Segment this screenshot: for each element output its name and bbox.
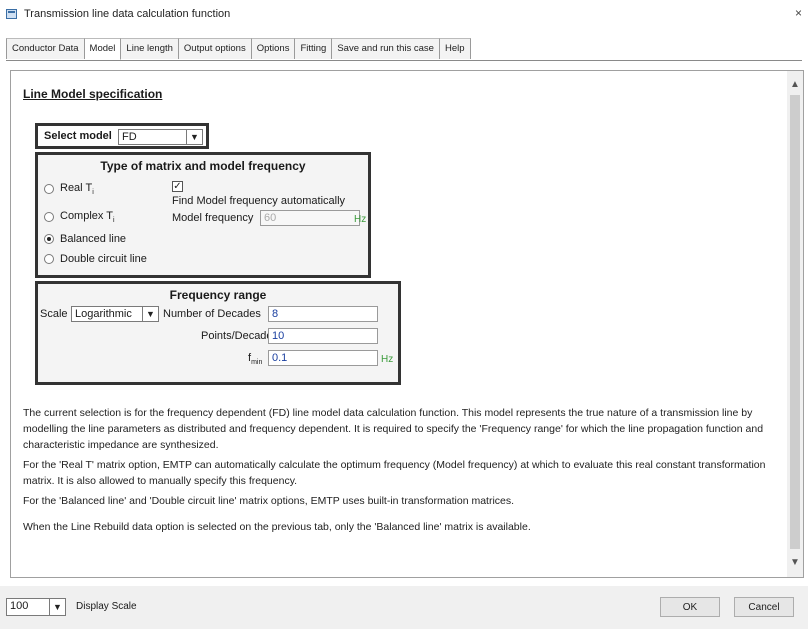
fmin-input[interactable]: 0.1 [268,350,378,366]
model-select-value: FD [122,131,137,143]
points-per-decade-input[interactable]: 10 [268,328,378,344]
decades-value: 8 [272,308,279,320]
title-bar: Transmission line data calculation funct… [0,0,808,30]
points-per-decade-label: Points/Decade [201,330,273,342]
display-scale-label: Display Scale [76,601,137,612]
radio-balanced-line-button[interactable] [44,234,54,244]
auto-frequency-label: Find Model frequency automatically [172,195,346,207]
scroll-thumb[interactable] [790,95,800,549]
frequency-range-title: Frequency range [169,288,267,302]
chevron-down-icon[interactable]: ▼ [142,307,158,321]
radio-complex-ti-button[interactable] [44,212,54,222]
decades-label: Number of Decades [163,308,261,320]
scroll-down-icon[interactable]: ▼ [787,555,803,571]
model-frequency-input[interactable]: 60 [260,210,360,226]
model-panel: Line Model specification Select model FD… [10,70,804,578]
radio-double-circuit-label: Double circuit line [60,253,147,265]
tab-save-and-run[interactable]: Save and run this case [332,38,440,59]
model-select[interactable]: FD ▼ [118,129,203,145]
radio-real-ti-label: Real Ti [60,181,94,197]
radio-double-circuit-button[interactable] [44,254,54,264]
select-model-label: Select model [44,130,112,142]
frequency-range-box: Frequency range Scale Logarithmic ▼ Numb… [35,281,401,385]
points-per-decade-value: 10 [272,330,285,342]
radio-complex-ti[interactable]: Complex Ti [44,209,115,225]
section-title: Line Model specification [23,87,163,101]
auto-frequency-checkbox[interactable]: ✓ [172,181,183,192]
radio-balanced-line[interactable]: Balanced line [44,231,126,247]
fmin-value: 0.1 [272,352,288,364]
model-frequency-label: Model frequency [172,212,254,224]
window-title: Transmission line data calculation funct… [24,8,231,20]
description-paragraph: When the Line Rebuild data option is sel… [23,521,531,533]
scroll-up-icon[interactable]: ▲ [787,77,803,93]
scale-select[interactable]: Logarithmic ▼ [71,306,159,322]
bottom-bar: 100 ▼ Display Scale OK Cancel [0,586,808,629]
description-paragraph: For the 'Real T' matrix option, EMTP can… [23,459,766,487]
model-frequency-value: 60 [264,212,277,224]
radio-double-circuit[interactable]: Double circuit line [44,251,147,267]
chevron-down-icon[interactable]: ▼ [186,130,202,144]
cancel-button[interactable]: Cancel [734,597,794,617]
scale-select-value: Logarithmic [75,308,132,320]
tab-fitting[interactable]: Fitting [295,38,333,59]
fmin-unit: Hz [381,354,394,365]
tab-help[interactable]: Help [439,38,471,59]
radio-balanced-line-label: Balanced line [60,233,127,245]
description-paragraph: For the 'Balanced line' and 'Double circ… [23,495,515,507]
description-paragraph: The current selection is for the frequen… [23,407,764,451]
radio-real-ti[interactable]: Real Ti [44,181,94,197]
chevron-down-icon[interactable]: ▼ [49,599,65,615]
tab-output-options[interactable]: Output options [178,38,252,59]
zoom-select[interactable]: 100 ▼ [6,598,66,616]
matrix-type-title: Type of matrix and model frequency [100,159,306,173]
tab-options[interactable]: Options [251,38,296,59]
zoom-select-value: 100 [10,600,29,612]
select-model-box: Select model FD ▼ [35,123,209,149]
app-icon [6,9,17,19]
tab-conductor-data[interactable]: Conductor Data [6,38,85,59]
decades-input[interactable]: 8 [268,306,378,322]
ok-button[interactable]: OK [660,597,720,617]
model-frequency-unit: Hz [354,214,367,225]
radio-complex-ti-label: Complex Ti [60,209,115,225]
radio-real-ti-button[interactable] [44,184,54,194]
matrix-type-box: Type of matrix and model frequency Real … [35,152,371,278]
scale-label: Scale [40,308,68,320]
tab-bar: Conductor Data Model Line length Output … [6,38,802,61]
tab-model[interactable]: Model [84,38,122,60]
fmin-label: fmin [248,352,263,367]
close-icon[interactable]: × [795,6,802,20]
vertical-scrollbar[interactable]: ▲ ▼ [787,71,803,577]
tab-line-length[interactable]: Line length [121,38,179,59]
